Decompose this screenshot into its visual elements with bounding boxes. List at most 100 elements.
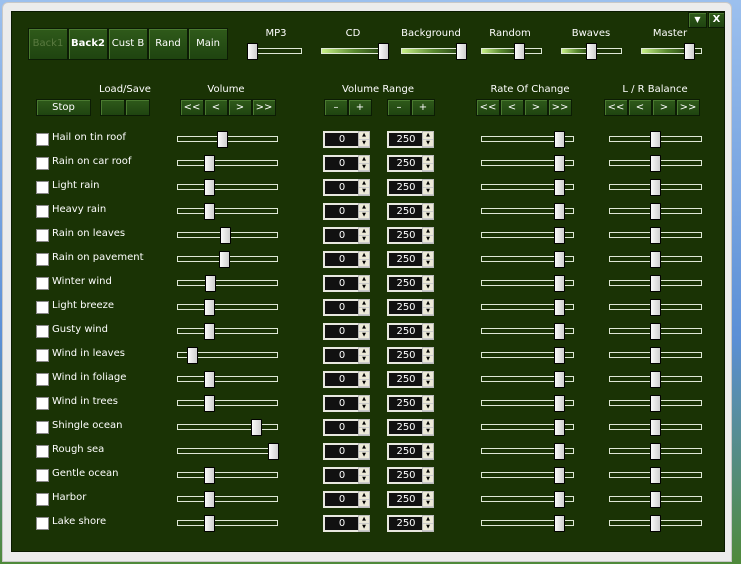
range-min-plus[interactable]: + (348, 99, 372, 116)
slider-thumb[interactable] (203, 515, 215, 532)
range-min-input[interactable]: 0 (323, 347, 359, 364)
sound-checkbox[interactable] (36, 397, 49, 410)
volume-slider[interactable] (177, 472, 278, 478)
slider-thumb[interactable] (203, 467, 215, 484)
spin-up-arrow-icon[interactable]: ▲ (423, 468, 433, 476)
range-max-input[interactable]: 250 (387, 203, 423, 220)
slider-thumb[interactable] (553, 131, 565, 148)
spin-up-arrow-icon[interactable]: ▲ (359, 324, 369, 332)
spin-buttons[interactable]: ▲ ▼ (422, 515, 434, 532)
sound-checkbox[interactable] (36, 301, 49, 314)
slider-thumb[interactable] (683, 43, 695, 60)
preset-button-back2[interactable]: Back2 (68, 28, 108, 60)
range-min-input[interactable]: 0 (323, 179, 359, 196)
rate-nav-last[interactable]: >> (548, 99, 572, 116)
slider-thumb[interactable] (553, 203, 565, 220)
range-max-input[interactable]: 250 (387, 227, 423, 244)
range-max-input[interactable]: 250 (387, 275, 423, 292)
slider-thumb[interactable] (553, 443, 565, 460)
slider-thumb[interactable] (553, 275, 565, 292)
volume-slider[interactable] (177, 496, 278, 502)
slider-thumb[interactable] (219, 251, 231, 268)
save-button[interactable] (125, 99, 150, 116)
spin-up-arrow-icon[interactable]: ▲ (359, 372, 369, 380)
balance-nav-last[interactable]: >> (676, 99, 700, 116)
spin-up-arrow-icon[interactable]: ▲ (359, 444, 369, 452)
rate-nav-first[interactable]: << (476, 99, 500, 116)
balance-nav-next[interactable]: > (652, 99, 676, 116)
balance-nav-prev[interactable]: < (628, 99, 652, 116)
range-max-input[interactable]: 250 (387, 443, 423, 460)
range-min-input[interactable]: 0 (323, 299, 359, 316)
slider-thumb[interactable] (203, 299, 215, 316)
slider-thumb[interactable] (203, 395, 215, 412)
spin-up-arrow-icon[interactable]: ▲ (359, 492, 369, 500)
slider-thumb[interactable] (650, 299, 661, 316)
spin-up-arrow-icon[interactable]: ▲ (423, 228, 433, 236)
spin-up-arrow-icon[interactable]: ▲ (423, 444, 433, 452)
slider-thumb[interactable] (553, 155, 565, 172)
slider-thumb[interactable] (650, 227, 661, 244)
spin-down-arrow-icon[interactable]: ▼ (359, 260, 369, 267)
spin-down-arrow-icon[interactable]: ▼ (423, 524, 433, 531)
slider-thumb[interactable] (553, 251, 565, 268)
spin-up-arrow-icon[interactable]: ▲ (423, 252, 433, 260)
spin-buttons[interactable]: ▲ ▼ (422, 371, 434, 388)
slider-thumb[interactable] (553, 371, 565, 388)
volume-slider[interactable] (177, 160, 278, 166)
spin-buttons[interactable]: ▲ ▼ (422, 347, 434, 364)
slider-thumb[interactable] (650, 515, 661, 532)
spin-buttons[interactable]: ▲ ▼ (358, 203, 370, 220)
spin-down-arrow-icon[interactable]: ▼ (359, 332, 369, 339)
volume-nav-prev[interactable]: < (204, 99, 228, 116)
spin-down-arrow-icon[interactable]: ▼ (423, 476, 433, 483)
spin-buttons[interactable]: ▲ ▼ (358, 299, 370, 316)
volume-slider[interactable] (177, 448, 278, 454)
volume-slider[interactable] (177, 328, 278, 334)
preset-button-cust-b[interactable]: Cust B (108, 28, 148, 60)
close-button[interactable]: X (708, 12, 725, 28)
range-min-input[interactable]: 0 (323, 419, 359, 436)
volume-slider[interactable] (177, 208, 278, 214)
spin-up-arrow-icon[interactable]: ▲ (359, 180, 369, 188)
volume-slider[interactable] (177, 424, 278, 430)
slider-thumb[interactable] (553, 179, 565, 196)
spin-up-arrow-icon[interactable]: ▲ (423, 348, 433, 356)
spin-buttons[interactable]: ▲ ▼ (422, 443, 434, 460)
spin-down-arrow-icon[interactable]: ▼ (359, 140, 369, 147)
slider-thumb[interactable] (203, 179, 215, 196)
spin-buttons[interactable]: ▲ ▼ (422, 227, 434, 244)
spin-up-arrow-icon[interactable]: ▲ (359, 276, 369, 284)
spin-down-arrow-icon[interactable]: ▼ (359, 404, 369, 411)
sound-checkbox[interactable] (36, 205, 49, 218)
sound-checkbox[interactable] (36, 445, 49, 458)
volume-slider[interactable] (177, 520, 278, 526)
slider-thumb[interactable] (553, 467, 565, 484)
spin-down-arrow-icon[interactable]: ▼ (423, 308, 433, 315)
range-min-input[interactable]: 0 (323, 395, 359, 412)
range-max-input[interactable]: 250 (387, 467, 423, 484)
range-min-input[interactable]: 0 (323, 251, 359, 268)
range-min-input[interactable]: 0 (323, 515, 359, 532)
slider-thumb[interactable] (650, 275, 661, 292)
range-min-minus[interactable]: – (324, 99, 348, 116)
spin-down-arrow-icon[interactable]: ▼ (359, 236, 369, 243)
spin-down-arrow-icon[interactable]: ▼ (359, 524, 369, 531)
spin-buttons[interactable]: ▲ ▼ (358, 395, 370, 412)
spin-down-arrow-icon[interactable]: ▼ (359, 476, 369, 483)
spin-buttons[interactable]: ▲ ▼ (358, 467, 370, 484)
spin-buttons[interactable]: ▲ ▼ (358, 515, 370, 532)
spin-up-arrow-icon[interactable]: ▲ (359, 396, 369, 404)
slider-thumb[interactable] (553, 491, 565, 508)
volume-slider[interactable] (177, 304, 278, 310)
range-max-input[interactable]: 250 (387, 323, 423, 340)
volume-slider[interactable] (177, 400, 278, 406)
range-max-input[interactable]: 250 (387, 371, 423, 388)
slider-thumb[interactable] (455, 43, 467, 60)
spin-down-arrow-icon[interactable]: ▼ (359, 188, 369, 195)
spin-down-arrow-icon[interactable]: ▼ (423, 140, 433, 147)
spin-up-arrow-icon[interactable]: ▲ (423, 324, 433, 332)
spin-up-arrow-icon[interactable]: ▲ (359, 252, 369, 260)
spin-up-arrow-icon[interactable]: ▲ (359, 156, 369, 164)
spin-down-arrow-icon[interactable]: ▼ (423, 452, 433, 459)
